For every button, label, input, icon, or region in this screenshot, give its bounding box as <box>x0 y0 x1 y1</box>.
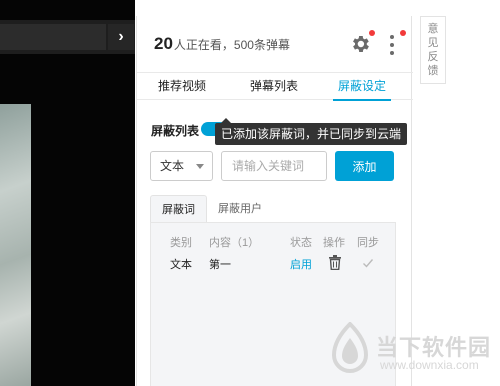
subtab-block-users[interactable]: 屏蔽用户 <box>210 195 270 223</box>
watermark-url: www.downxia.com <box>380 358 479 372</box>
watermark-logo <box>331 322 369 373</box>
video-topbar: › <box>0 20 135 54</box>
column-header-status: 状态 <box>290 237 312 249</box>
tab-recommended-videos[interactable]: 推荐视频 <box>147 73 217 100</box>
feedback-button[interactable]: 意见反馈 <box>420 16 446 84</box>
tab-block-settings[interactable]: 屏蔽设定 <box>327 73 397 101</box>
more-vertical-icon[interactable] <box>389 34 395 56</box>
column-header-operation: 操作 <box>323 237 345 249</box>
chevron-right-icon[interactable]: › <box>108 24 134 50</box>
subtab-block-words[interactable]: 屏蔽词 <box>150 195 207 223</box>
add-button[interactable]: 添加 <box>335 151 394 181</box>
row-type: 文本 <box>170 259 192 271</box>
block-subtabs: 屏蔽词 屏蔽用户 <box>150 195 396 223</box>
check-icon <box>363 259 374 268</box>
row-status-toggle[interactable]: 启用 <box>290 256 312 272</box>
keyword-input[interactable] <box>221 151 327 181</box>
more-notification-dot <box>400 30 406 36</box>
column-header-type: 类别 <box>170 237 192 249</box>
trash-icon[interactable] <box>328 255 342 270</box>
block-type-select[interactable]: 文本 <box>150 151 213 181</box>
panel-tabs: 推荐视频 弹幕列表 屏蔽设定 <box>137 72 413 101</box>
block-type-value: 文本 <box>160 159 185 173</box>
column-header-content: 内容（1） <box>209 237 260 249</box>
feedback-label: 意见反馈 <box>427 23 439 77</box>
video-player: › <box>0 0 135 386</box>
viewer-count: 20 <box>154 34 173 53</box>
chevron-down-icon <box>196 164 204 169</box>
danmaku-send-bar[interactable] <box>0 24 106 50</box>
success-tooltip: 已添加该屏蔽词，并已同步到云端 <box>215 118 408 145</box>
settings-notification-dot <box>369 30 375 36</box>
tab-danmaku-list[interactable]: 弹幕列表 <box>239 73 309 100</box>
viewer-text: 人正在看，500条弹幕 <box>173 38 290 52</box>
viewer-info: 20人正在看，500条弹幕 <box>154 34 290 54</box>
block-list-title: 屏蔽列表 <box>151 124 200 138</box>
row-content: 第一 <box>209 259 231 271</box>
gear-icon[interactable] <box>349 33 371 55</box>
video-frame <box>0 104 31 386</box>
column-header-sync: 同步 <box>357 237 379 249</box>
